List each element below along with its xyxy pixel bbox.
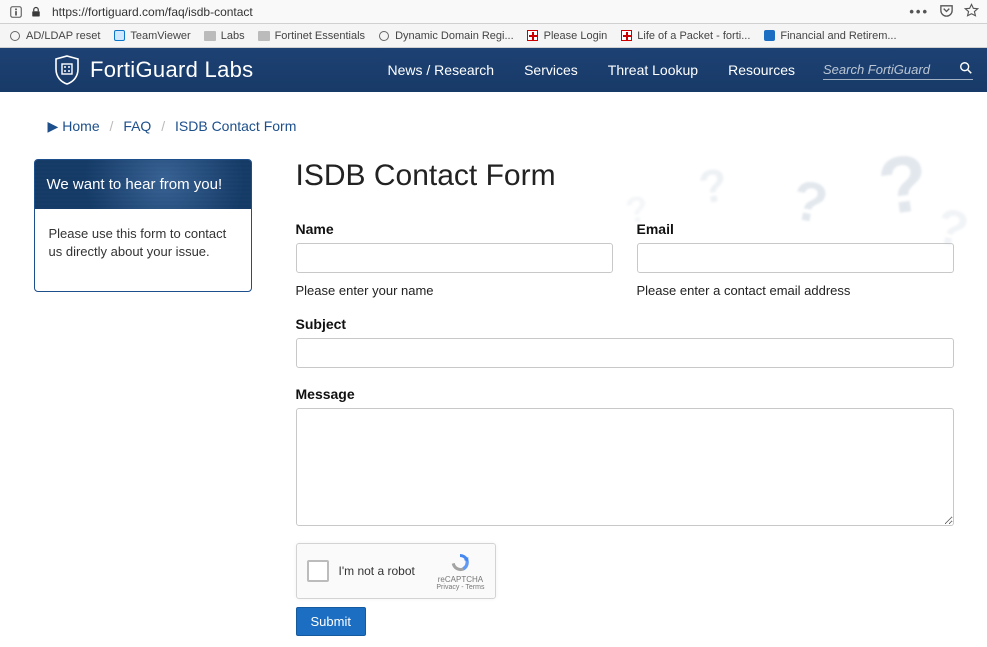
search-input[interactable] xyxy=(823,60,959,79)
browser-url-bar: https://fortiguard.com/faq/isdb-contact … xyxy=(0,0,987,24)
breadcrumb-faq[interactable]: FAQ xyxy=(123,118,151,134)
folder-icon xyxy=(204,31,216,41)
message-label: Message xyxy=(296,386,954,402)
name-label: Name xyxy=(296,221,613,237)
breadcrumb-home[interactable]: Home xyxy=(62,118,99,134)
nav-services[interactable]: Services xyxy=(524,62,578,78)
bookmark-label: AD/LDAP reset xyxy=(26,30,100,42)
square-icon xyxy=(764,30,775,41)
bookmark-label: TeamViewer xyxy=(130,30,190,42)
page-title: ISDB Contact Form xyxy=(296,159,954,193)
recaptcha-links[interactable]: Privacy - Terms xyxy=(436,584,484,591)
email-field[interactable] xyxy=(637,243,954,273)
side-card-title: We want to hear from you! xyxy=(47,176,223,193)
subject-label: Subject xyxy=(296,316,954,332)
plus-icon xyxy=(621,30,632,41)
recaptcha-brand: reCAPTCHA Privacy - Terms xyxy=(436,551,484,591)
message-field[interactable] xyxy=(296,408,954,526)
name-field[interactable] xyxy=(296,243,613,273)
bookmark-label: Financial and Retirem... xyxy=(780,30,896,42)
nav-resources[interactable]: Resources xyxy=(728,62,795,78)
side-card-body: Please use this form to contact us direc… xyxy=(35,209,251,291)
plus-icon xyxy=(527,30,538,41)
bookmark-item[interactable]: Dynamic Domain Regi... xyxy=(377,29,514,43)
teamviewer-icon xyxy=(114,30,125,41)
bookmark-label: Fortinet Essentials xyxy=(275,30,365,42)
bookmark-label: Labs xyxy=(221,30,245,42)
lock-icon[interactable] xyxy=(28,4,44,20)
main-content: ? ? ? ? ? ISDB Contact Form Name Please … xyxy=(296,159,954,636)
bookmarks-bar: AD/LDAP reset TeamViewer Labs Fortinet E… xyxy=(0,24,987,48)
name-helper: Please enter your name xyxy=(296,283,613,298)
url-text[interactable]: https://fortiguard.com/faq/isdb-contact xyxy=(48,5,909,19)
pocket-icon[interactable] xyxy=(939,3,954,21)
recaptcha-label: I'm not a robot xyxy=(339,564,427,578)
browser-menu-icon[interactable]: ••• xyxy=(909,4,929,19)
subject-field[interactable] xyxy=(296,338,954,368)
recaptcha-checkbox[interactable] xyxy=(307,560,329,582)
email-helper: Please enter a contact email address xyxy=(637,283,954,298)
recaptcha-brand-text: reCAPTCHA xyxy=(438,575,483,584)
submit-button[interactable]: Submit xyxy=(296,607,366,636)
side-card-header: We want to hear from you! xyxy=(35,160,251,209)
shield-info-icon[interactable] xyxy=(8,4,24,20)
breadcrumb-separator: / xyxy=(161,118,165,134)
nav-links: News / Research Services Threat Lookup R… xyxy=(388,62,796,78)
bookmark-item[interactable]: AD/LDAP reset xyxy=(8,29,100,43)
bookmark-label: Dynamic Domain Regi... xyxy=(395,30,514,42)
recaptcha-widget[interactable]: I'm not a robot reCAPTCHA Privacy - Term… xyxy=(296,543,496,599)
breadcrumb: ▶Home / FAQ / ISDB Contact Form xyxy=(34,118,954,135)
bookmark-item[interactable]: Labs xyxy=(203,29,245,43)
side-card: We want to hear from you! Please use thi… xyxy=(34,159,252,292)
bookmark-label: Life of a Packet - forti... xyxy=(637,30,750,42)
bookmark-item[interactable]: TeamViewer xyxy=(112,29,190,43)
breadcrumb-separator: / xyxy=(110,118,114,134)
top-navigation: FortiGuard Labs News / Research Services… xyxy=(0,48,987,92)
email-label: Email xyxy=(637,221,954,237)
globe-icon xyxy=(10,31,20,41)
brand-logo[interactable]: FortiGuard Labs xyxy=(14,55,253,85)
shield-icon xyxy=(54,55,80,85)
search-icon[interactable] xyxy=(959,61,973,78)
nav-news-research[interactable]: News / Research xyxy=(388,62,495,78)
breadcrumb-current: ISDB Contact Form xyxy=(175,118,296,134)
search-box[interactable] xyxy=(823,60,973,80)
folder-icon xyxy=(258,31,270,41)
recaptcha-icon xyxy=(447,551,473,575)
bookmark-item[interactable]: Fortinet Essentials xyxy=(257,29,365,43)
globe-icon xyxy=(379,31,389,41)
bookmark-item[interactable]: Life of a Packet - forti... xyxy=(619,29,750,43)
triangle-icon: ▶ xyxy=(48,118,59,134)
star-icon[interactable] xyxy=(964,3,979,21)
brand-title: FortiGuard Labs xyxy=(90,57,253,83)
bookmark-item[interactable]: Please Login xyxy=(526,29,608,43)
bookmark-label: Please Login xyxy=(544,30,608,42)
bookmark-item[interactable]: Financial and Retirem... xyxy=(762,29,896,43)
nav-threat-lookup[interactable]: Threat Lookup xyxy=(608,62,698,78)
